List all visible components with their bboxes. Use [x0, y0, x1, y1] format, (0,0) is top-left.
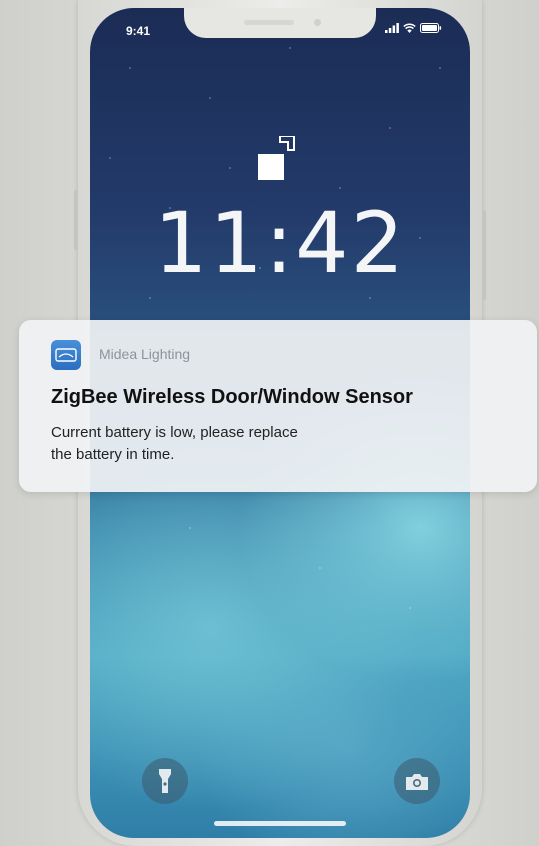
- notch: [184, 8, 376, 38]
- status-icons: [385, 23, 442, 33]
- home-indicator[interactable]: [214, 821, 346, 826]
- camera-icon: [406, 773, 428, 790]
- notification-body: Current battery is low, please replace t…: [51, 422, 431, 466]
- camera-button[interactable]: [394, 758, 440, 804]
- midea-app-icon: [51, 340, 81, 370]
- flashlight-icon: [159, 769, 171, 793]
- side-button: [482, 210, 486, 300]
- notification-title: ZigBee Wireless Door/Window Sensor: [51, 386, 413, 408]
- notification-body-line: the battery in time.: [51, 446, 175, 463]
- app-logo: [55, 348, 77, 362]
- speaker: [244, 20, 294, 25]
- wifi-icon: [403, 23, 416, 33]
- side-button: [74, 190, 78, 250]
- lock-clock: 11:42: [153, 194, 407, 292]
- app-name: Midea Lighting: [99, 346, 191, 362]
- lock-icon: [258, 136, 295, 180]
- signal-icon: [385, 23, 399, 33]
- battery-icon: [420, 23, 442, 33]
- flashlight-button[interactable]: [142, 758, 188, 804]
- status-time: 9:41: [126, 24, 151, 38]
- notification-card[interactable]: Midea Lighting ZigBee Wireless Door/Wind…: [19, 320, 537, 492]
- notification-body-line: Current battery is low, please replace: [51, 424, 298, 441]
- front-camera: [314, 19, 321, 26]
